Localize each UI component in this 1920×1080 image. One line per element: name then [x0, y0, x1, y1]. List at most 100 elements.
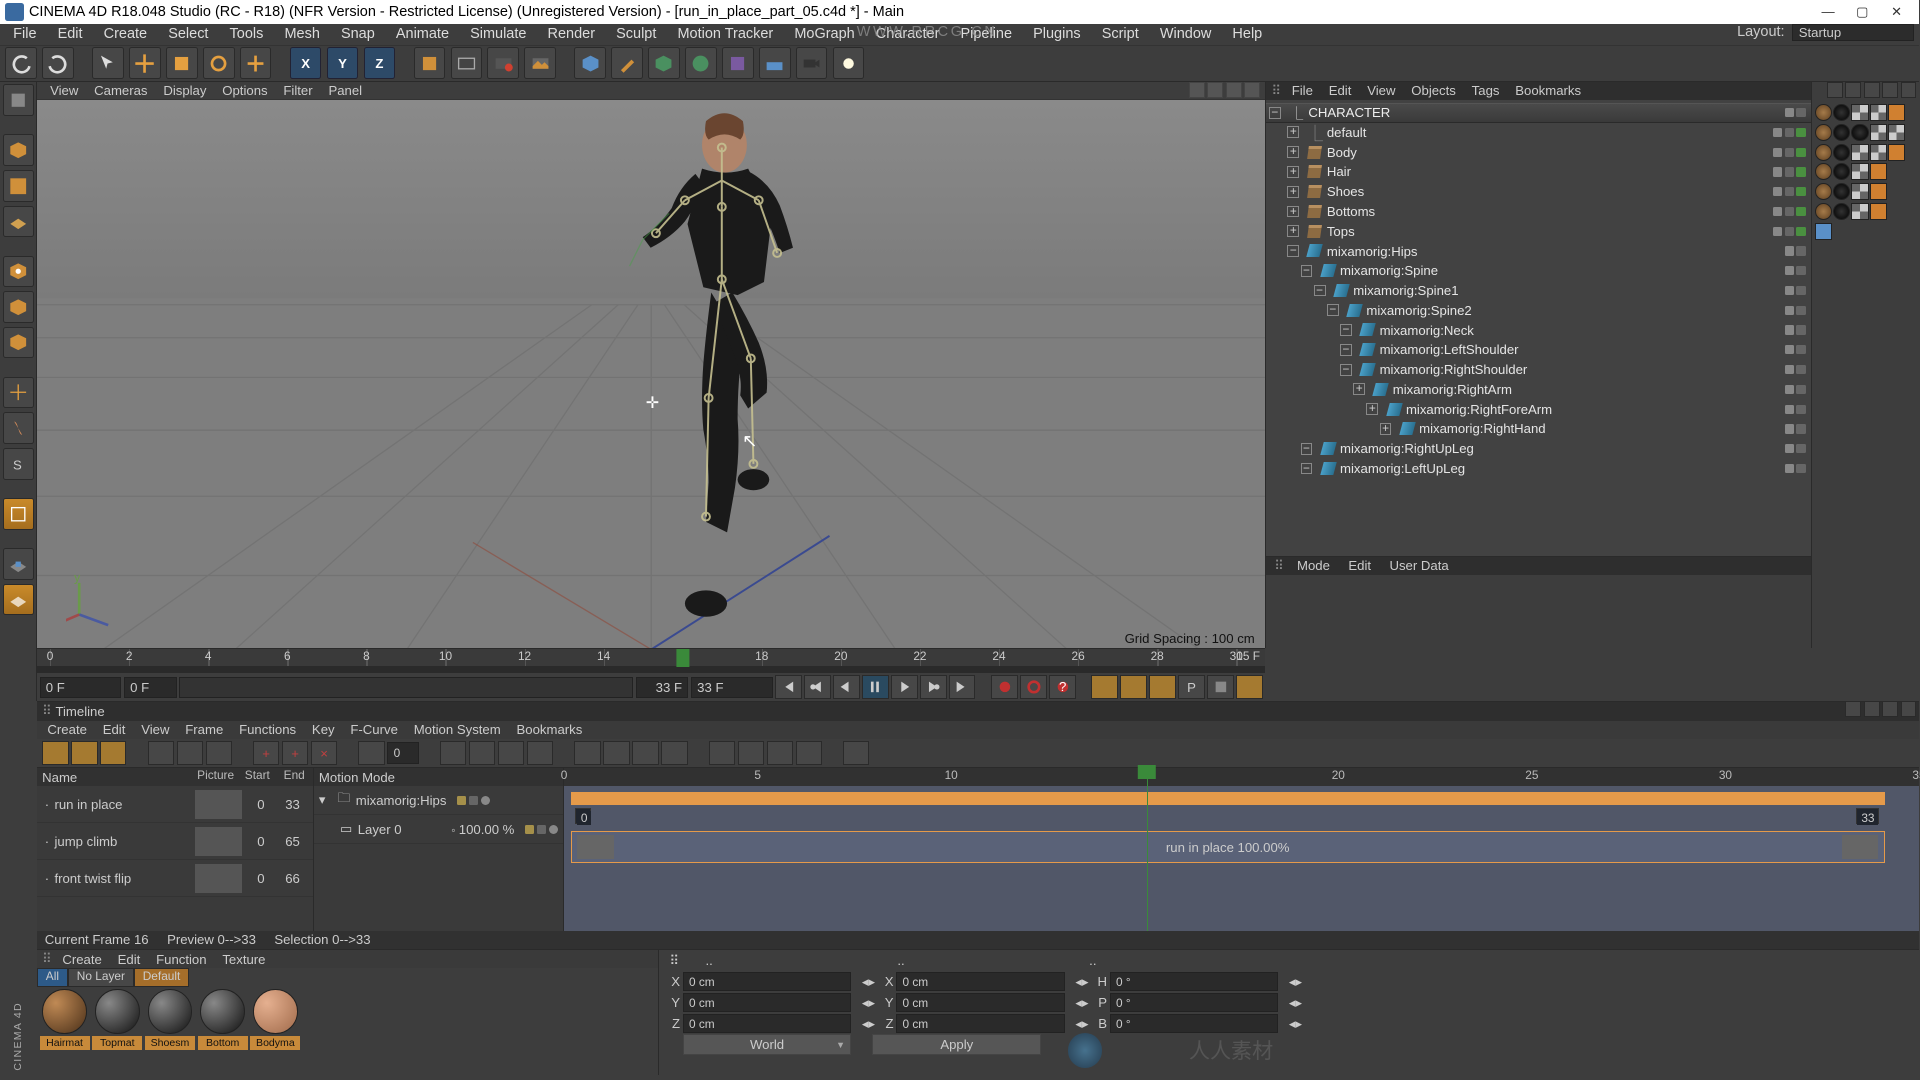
undo-button[interactable]: [5, 47, 37, 79]
tags-row[interactable]: [1815, 203, 1917, 221]
character-mesh[interactable]: [590, 108, 854, 622]
menu-script[interactable]: Script: [1094, 26, 1147, 42]
prev-frame-button[interactable]: [833, 675, 859, 699]
take-thumb-row[interactable]: 066: [192, 860, 312, 897]
menu-tools[interactable]: Tools: [222, 26, 272, 42]
add-cube-button[interactable]: [574, 47, 606, 79]
tags-row[interactable]: [1815, 124, 1917, 142]
take-row[interactable]: ·run in place: [37, 786, 193, 823]
coord-mode-dropdown[interactable]: World: [683, 1034, 852, 1055]
pla-key-toggle[interactable]: [1207, 675, 1233, 699]
tree-row-joint[interactable]: +mixamorig:RightForeArm: [1266, 399, 1811, 419]
tl-tangent-ease[interactable]: [527, 741, 553, 765]
add-light-button[interactable]: [833, 47, 865, 79]
menu-mograph[interactable]: MoGraph: [786, 26, 862, 42]
material-item[interactable]: Bodyma: [250, 989, 300, 1072]
add-generator-button[interactable]: [685, 47, 717, 79]
size-Z-field[interactable]: 0 cm: [896, 1014, 1065, 1032]
take-thumb-row[interactable]: 033: [192, 786, 312, 823]
live-select-tool[interactable]: [92, 47, 124, 79]
tl-menu-motionsys[interactable]: Motion System: [408, 722, 506, 737]
vp-menu-panel[interactable]: Panel: [323, 83, 367, 98]
tl-region1[interactable]: [709, 741, 735, 765]
menu-create[interactable]: Create: [96, 26, 155, 42]
viewport-canvas[interactable]: Perspective: [37, 100, 1265, 648]
tl-region3[interactable]: [767, 741, 793, 765]
attr-back-icon[interactable]: [1827, 82, 1843, 98]
tree-row-joint[interactable]: +mixamorig:RightHand: [1266, 419, 1811, 439]
param-key-toggle[interactable]: P: [1178, 675, 1204, 699]
tl-tangent-linear[interactable]: [440, 741, 466, 765]
close-button[interactable]: ✕: [1879, 4, 1913, 20]
tree-row[interactable]: +Shoes: [1266, 182, 1811, 202]
menu-render[interactable]: Render: [540, 26, 603, 42]
tl-auto-icon[interactable]: [177, 741, 203, 765]
tl-tangent-spline[interactable]: [498, 741, 524, 765]
tree-row-joint[interactable]: −mixamorig:Hips: [1266, 241, 1811, 261]
tweak-mode[interactable]: [3, 412, 35, 444]
pos-Y-field[interactable]: 0 cm: [683, 993, 852, 1011]
attr-mode[interactable]: Mode: [1292, 558, 1335, 573]
add-environment-button[interactable]: [759, 47, 791, 79]
add-pen-button[interactable]: [611, 47, 643, 79]
tree-row-joint[interactable]: +mixamorig:RightArm: [1266, 379, 1811, 399]
tl-menu-key[interactable]: Key: [307, 722, 340, 737]
tree-row[interactable]: +⎿default: [1266, 123, 1811, 143]
add-deformer-button[interactable]: [722, 47, 754, 79]
rot-B-field[interactable]: 0 °: [1110, 1014, 1279, 1032]
attr-up-icon[interactable]: [1864, 82, 1880, 98]
menu-window[interactable]: Window: [1152, 26, 1219, 42]
pos-key-toggle[interactable]: [1091, 675, 1117, 699]
tl-funnel-icon[interactable]: [1882, 701, 1898, 717]
take-thumb-row[interactable]: 065: [192, 823, 312, 860]
render-view-button[interactable]: [451, 47, 483, 79]
pos-X-field[interactable]: 0 cm: [683, 972, 852, 990]
tl-extra-icon[interactable]: [843, 741, 869, 765]
tl-menu-frame[interactable]: Frame: [180, 722, 229, 737]
motion-hierarchy[interactable]: Motion Mode ▾🗀 mixamorig:Hips ▭ Layer 0 …: [314, 768, 564, 930]
view-start-field[interactable]: 0 F: [124, 677, 177, 698]
tree-row-joint[interactable]: −mixamorig:LeftShoulder: [1266, 340, 1811, 360]
tl-addkey-icon[interactable]: +: [253, 741, 279, 765]
tl-region2[interactable]: [738, 741, 764, 765]
add-camera-button[interactable]: [796, 47, 828, 79]
tl-menu-functions[interactable]: Functions: [234, 722, 302, 737]
planar-workplane[interactable]: [3, 584, 35, 616]
weight-tag-icon[interactable]: [1870, 104, 1887, 121]
menu-plugins[interactable]: Plugins: [1025, 26, 1088, 42]
motion-range-bar[interactable]: [571, 792, 1885, 805]
take-row[interactable]: ·jump climb: [37, 823, 193, 860]
tree-row-joint[interactable]: −mixamorig:RightUpLeg: [1266, 439, 1811, 459]
tl-filter-icon[interactable]: [206, 741, 232, 765]
mat-menu-create[interactable]: Create: [57, 952, 107, 967]
last-tool[interactable]: [240, 47, 272, 79]
motion-graph[interactable]: 05101520253035 0 33 0 run in place 100.0…: [564, 768, 1919, 930]
z-axis-toggle[interactable]: Z: [364, 47, 396, 79]
texture-mode[interactable]: [3, 170, 35, 202]
open-timeline-button[interactable]: [1236, 675, 1262, 699]
attr-new-icon[interactable]: [1901, 82, 1917, 98]
add-nurbs-button[interactable]: [648, 47, 680, 79]
frame-end-field[interactable]: 33 F: [691, 677, 773, 698]
layout-dropdown[interactable]: Startup: [1792, 24, 1913, 41]
vp-zoom-icon[interactable]: [1207, 82, 1223, 98]
tl-home-icon[interactable]: [1864, 701, 1880, 717]
record-button[interactable]: [991, 675, 1017, 699]
tree-row-joint[interactable]: −mixamorig:RightShoulder: [1266, 360, 1811, 380]
uvw-tag-icon[interactable]: [1851, 104, 1868, 121]
obj-menu-edit[interactable]: Edit: [1323, 83, 1356, 98]
vp-menu-filter[interactable]: Filter: [278, 83, 318, 98]
tree-row-joint[interactable]: −mixamorig:LeftUpLeg: [1266, 459, 1811, 479]
tree-row[interactable]: +Tops: [1266, 221, 1811, 241]
motion-clip[interactable]: 0 run in place 100.00% 33: [571, 831, 1885, 863]
rot-P-field[interactable]: 0 °: [1110, 993, 1279, 1011]
viewport-solo-button[interactable]: [3, 498, 35, 530]
autokey-button[interactable]: [1020, 675, 1046, 699]
tl-dopesheet-mode[interactable]: [42, 741, 68, 765]
polygon-mode[interactable]: [3, 327, 35, 359]
vp-pan-icon[interactable]: [1189, 82, 1205, 98]
tags-row[interactable]: [1815, 104, 1917, 122]
rot-H-field[interactable]: 0 °: [1110, 972, 1279, 990]
menu-edit[interactable]: Edit: [50, 26, 91, 42]
mat-menu-function[interactable]: Function: [151, 952, 212, 967]
